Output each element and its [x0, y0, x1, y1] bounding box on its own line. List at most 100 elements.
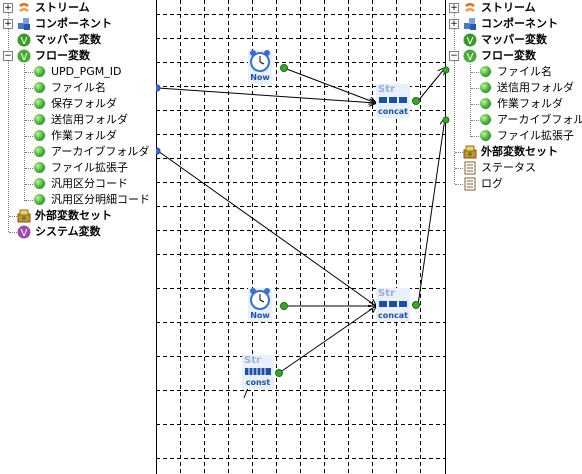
tree-node-status[interactable]: ステータス: [446, 160, 582, 176]
tree-node-stream[interactable]: + ストリーム: [446, 0, 582, 16]
tree-node-general-category-detail-code[interactable]: 汎用区分明細コード: [0, 192, 156, 208]
document-icon: [463, 161, 477, 175]
collapse-icon[interactable]: −: [3, 51, 13, 61]
tree-node-label: システム変数: [35, 225, 101, 238]
tree-node-flow-variable[interactable]: − V フロー変数: [446, 48, 582, 64]
tree-node-label: 外部変数セット: [481, 145, 558, 158]
tree-node-label: コンポーネント: [481, 17, 558, 30]
tree-node-component[interactable]: + コンポーネント: [0, 16, 156, 32]
tree-node-save-folder[interactable]: 保存フォルダ: [0, 96, 156, 112]
tree-node-label: ステータス: [481, 161, 536, 174]
target-port-file-name[interactable]: [442, 66, 450, 74]
tree-node-label: 汎用区分コード: [51, 177, 128, 190]
tree-node-component[interactable]: + コンポーネント: [446, 16, 582, 32]
tree-node-file-name[interactable]: ファイル名: [446, 64, 582, 80]
tree-node-label: フロー変数: [481, 49, 536, 62]
right-mapping-tree: + ストリーム + コンポーネント V マッパー変数 − V フロー変数 ファイ…: [442, 0, 582, 474]
tree-node-file-extension[interactable]: ファイル拡張子: [446, 128, 582, 144]
tree-node-label: 外部変数セット: [35, 209, 112, 222]
function-concat-2[interactable]: Str concat: [376, 288, 420, 324]
expand-icon[interactable]: +: [3, 3, 13, 13]
function-header: Str: [378, 84, 395, 95]
link-concat1-to-file-name[interactable]: [417, 68, 445, 102]
tree-node-label: フロー変数: [35, 49, 90, 62]
function-caption: Now: [250, 311, 270, 320]
function-caption: Now: [250, 73, 270, 82]
tree-node-label: アーカイブフォルダ: [51, 145, 150, 158]
variable-icon: [34, 178, 45, 189]
tree-node-file-name[interactable]: ファイル名: [0, 80, 156, 96]
function-header: Str: [378, 288, 395, 299]
document-icon: [463, 177, 477, 191]
function-concat-1[interactable]: Str concat: [376, 84, 420, 120]
tree-node-archive-folder[interactable]: アーカイブフォルダ: [446, 112, 582, 128]
expand-icon[interactable]: +: [3, 19, 13, 29]
tree-node-mapper-variable[interactable]: V マッパー変数: [0, 32, 156, 48]
tree-node-label: マッパー変数: [481, 33, 547, 46]
tree-node-stream[interactable]: + ストリーム: [0, 0, 156, 16]
mapping-canvas[interactable]: Now Str concat Now Str concat Str const: [156, 0, 446, 474]
tree-node-external-variable-set[interactable]: 外部変数セット: [446, 144, 582, 160]
target-ports: [442, 66, 450, 124]
link-archive-folder-to-concat2[interactable]: [157, 150, 376, 306]
expand-icon[interactable]: +: [449, 3, 459, 13]
link-concat2-to-archive-folder[interactable]: [417, 118, 445, 306]
tree-node-system-variable[interactable]: V システム変数: [0, 224, 156, 240]
tree-node-work-folder[interactable]: 作業フォルダ: [0, 128, 156, 144]
source-port-file-name[interactable]: [156, 84, 161, 92]
link-const-to-concat2[interactable]: [278, 306, 376, 374]
mapper-variable-icon: V: [463, 33, 477, 47]
target-port-archive-folder[interactable]: [442, 116, 450, 124]
tree-node-label: ファイル拡張子: [497, 129, 574, 142]
tree-node-archive-folder[interactable]: アーカイブフォルダ: [0, 144, 156, 160]
tree-node-label: ファイル名: [51, 81, 106, 94]
tree-node-work-folder[interactable]: 作業フォルダ: [446, 96, 582, 112]
tree-node-label: ファイル名: [497, 65, 552, 78]
stream-icon: [17, 1, 31, 15]
variable-icon: [480, 98, 491, 109]
flow-variable-icon: V: [463, 49, 477, 63]
function-now-1[interactable]: Now: [248, 50, 288, 86]
variable-icon: [480, 82, 491, 93]
variable-icon: [34, 146, 45, 157]
tree-node-log[interactable]: ログ: [446, 176, 582, 192]
stream-icon: [463, 1, 477, 15]
tree-node-label: UPD_PGM_ID: [51, 65, 122, 78]
tree-node-external-variable-set[interactable]: 外部変数セット: [0, 208, 156, 224]
variable-icon: [480, 114, 491, 125]
mapper-variable-icon: V: [17, 33, 31, 47]
function-header: Str: [244, 355, 261, 366]
source-port-archive-folder[interactable]: [156, 147, 161, 155]
svg-text:V: V: [21, 228, 28, 239]
external-variable-set-icon: [463, 145, 477, 159]
tree-node-label: マッパー変数: [35, 33, 101, 46]
tree-node-label: 送信用フォルダ: [497, 81, 574, 94]
expand-icon[interactable]: +: [449, 19, 459, 29]
external-variable-set-icon: [17, 209, 31, 223]
function-caption: concat: [378, 107, 408, 116]
tree-node-mapper-variable[interactable]: V マッパー変数: [446, 32, 582, 48]
tree-node-label: 作業フォルダ: [51, 129, 117, 142]
mapping-links: [156, 0, 446, 399]
tree-node-label: 汎用区分明細コード: [51, 193, 150, 206]
function-now-2[interactable]: Now: [248, 288, 288, 324]
tree-node-label: 送信用フォルダ: [51, 113, 128, 126]
tree-node-label: ファイル拡張子: [51, 161, 128, 174]
tree-node-upd-pgm-id[interactable]: UPD_PGM_ID: [0, 64, 156, 80]
tree-node-general-category-code[interactable]: 汎用区分コード: [0, 176, 156, 192]
variable-icon: [34, 98, 45, 109]
tree-node-label: 作業フォルダ: [497, 97, 563, 110]
function-const[interactable]: Str const: [242, 355, 284, 391]
tree-node-send-folder[interactable]: 送信用フォルダ: [0, 112, 156, 128]
tree-node-label: ログ: [481, 177, 503, 190]
svg-text:V: V: [467, 36, 474, 47]
svg-text:V: V: [21, 52, 28, 63]
system-variable-icon: V: [17, 225, 31, 239]
tree-node-flow-variable[interactable]: − V フロー変数: [0, 48, 156, 64]
tree-node-file-extension[interactable]: ファイル拡張子: [0, 160, 156, 176]
flow-variable-icon: V: [17, 49, 31, 63]
collapse-icon[interactable]: −: [449, 51, 459, 61]
tree-node-send-folder[interactable]: 送信用フォルダ: [446, 80, 582, 96]
tree-node-label: アーカイブフォルダ: [497, 113, 582, 126]
component-icon: [463, 17, 477, 31]
